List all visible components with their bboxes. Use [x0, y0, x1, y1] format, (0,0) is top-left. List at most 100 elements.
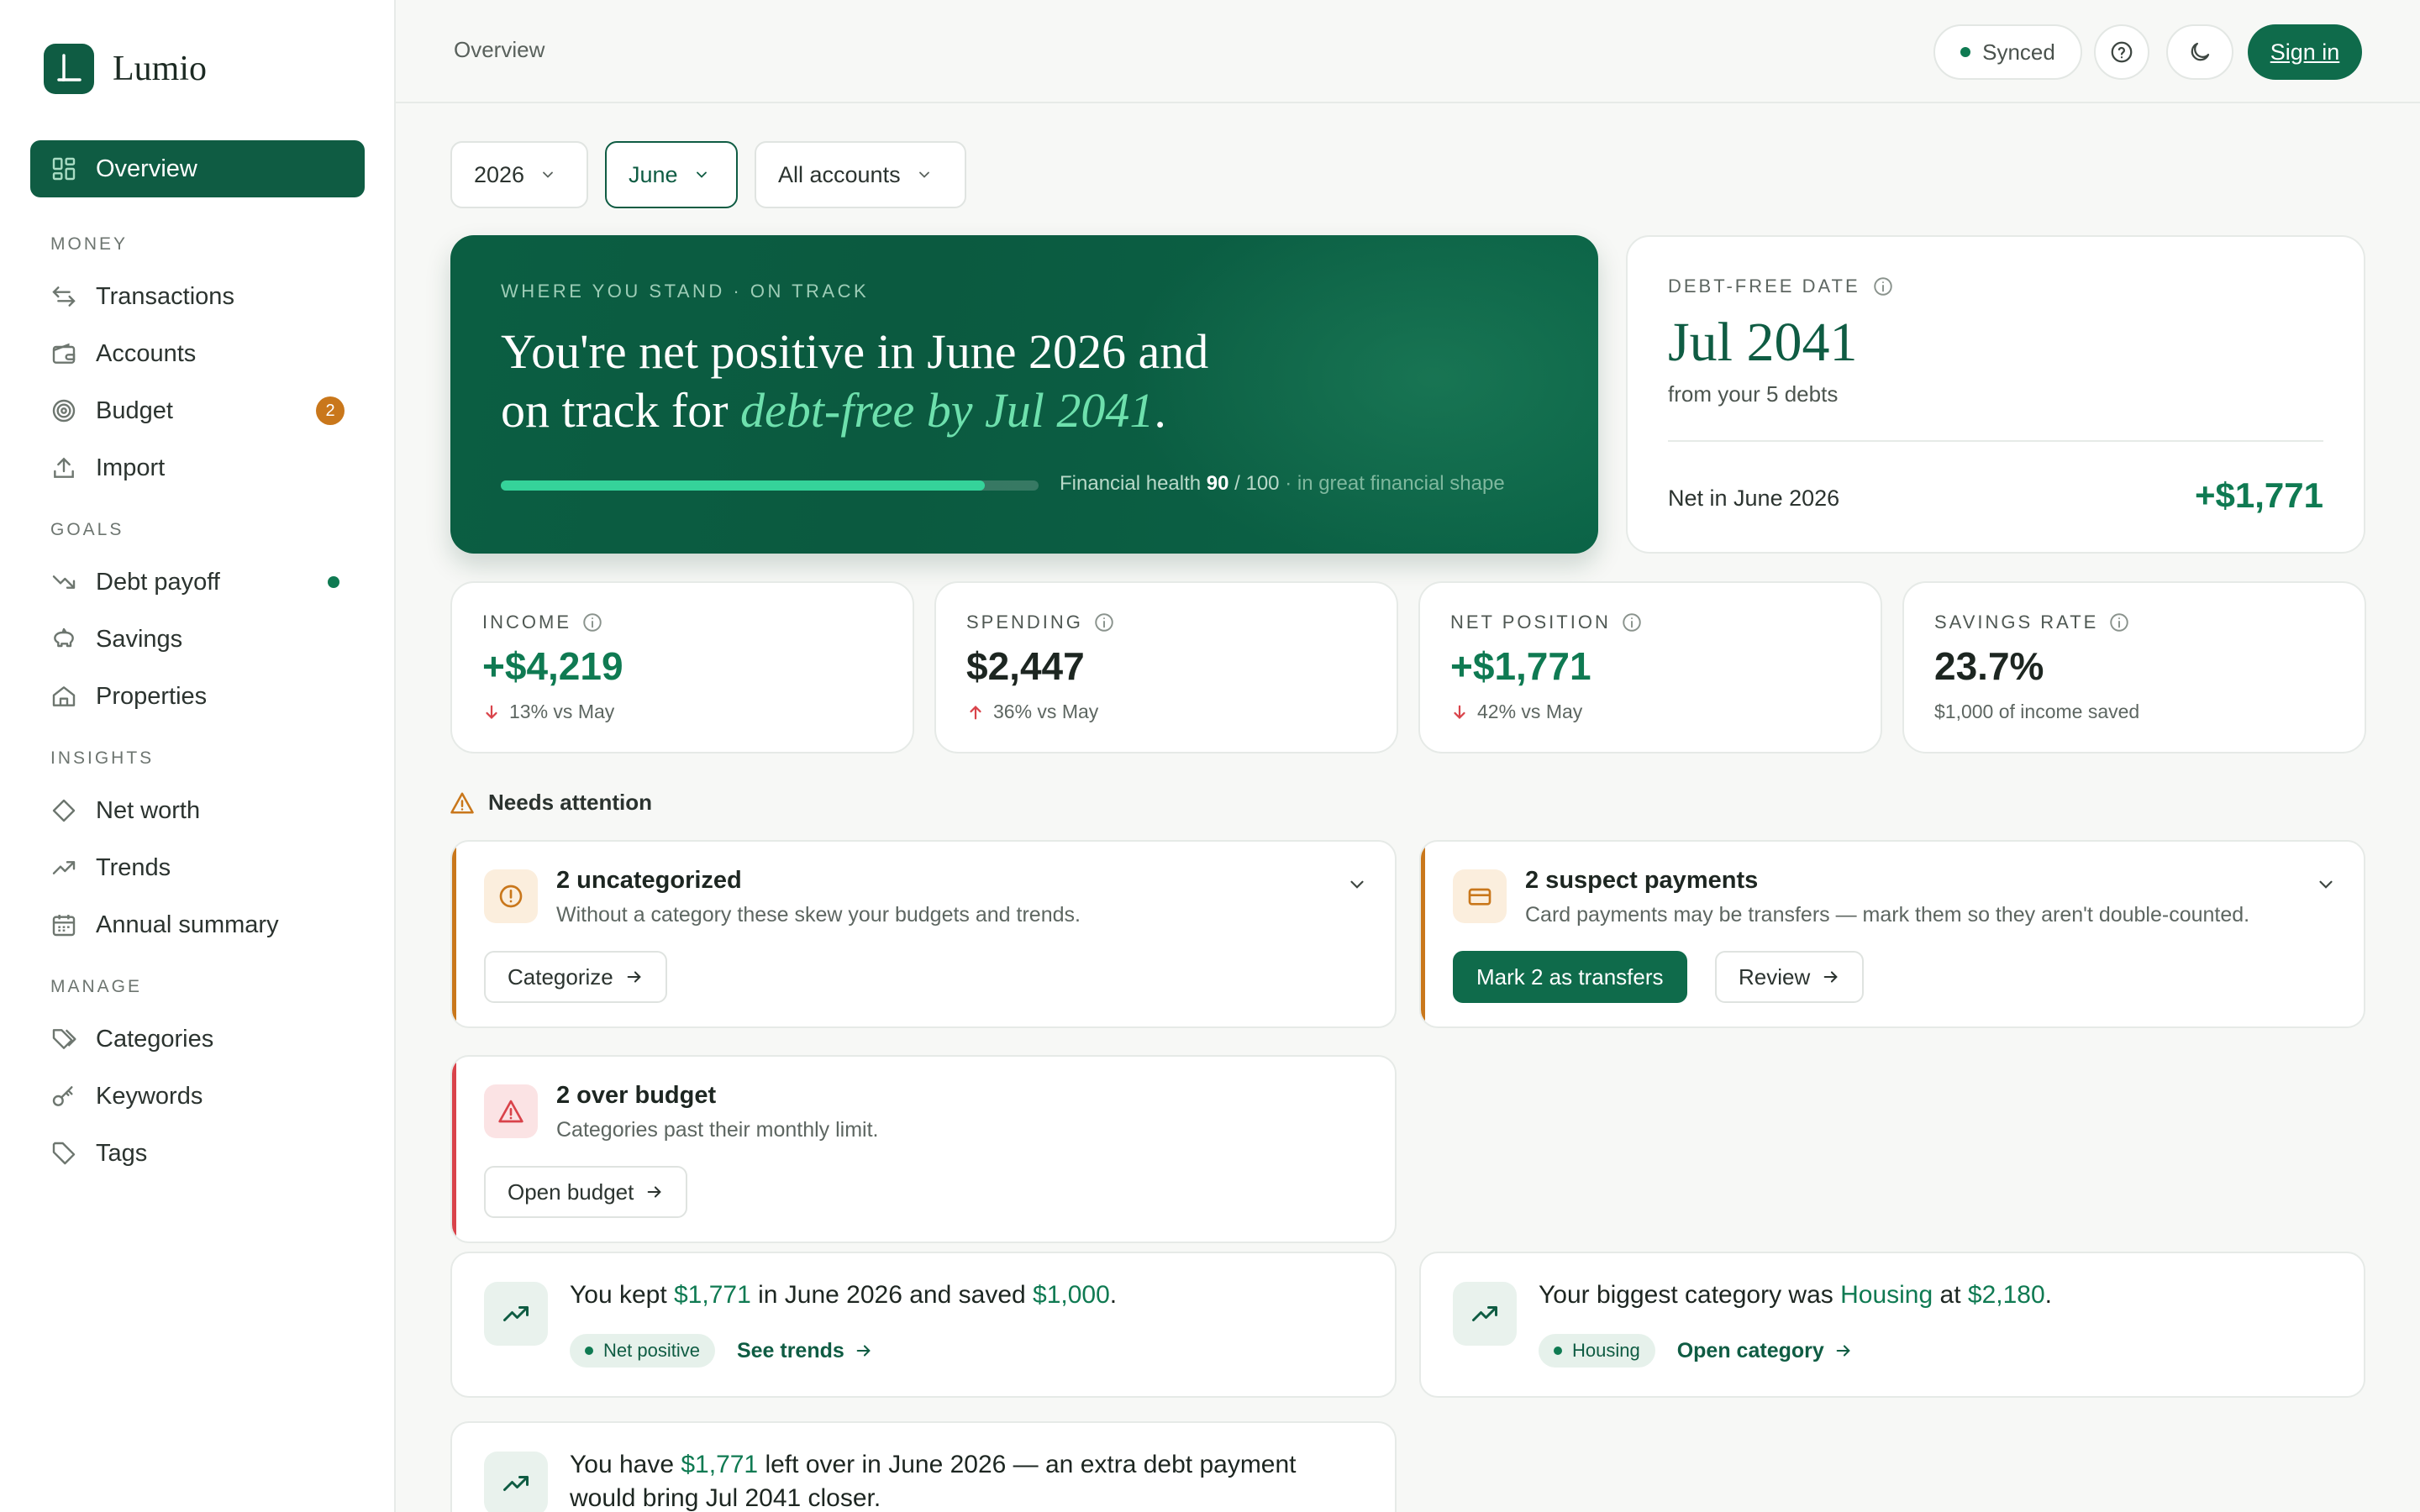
info-icon[interactable] — [2108, 612, 2130, 633]
chevron-down-icon[interactable] — [2315, 874, 2337, 895]
theme-toggle-button[interactable] — [2166, 24, 2233, 80]
calendar-icon — [50, 911, 77, 938]
sidebar-item-overview[interactable]: Overview — [30, 140, 365, 197]
sidebar-item-label: Properties — [96, 682, 208, 710]
button-label: Review — [1739, 963, 1811, 990]
stat-change-text: 42% vs May — [1477, 701, 1583, 722]
button-label: Open budget — [508, 1179, 634, 1205]
chevron-down-icon — [539, 166, 556, 183]
kept-insight-card: You kept $1,771 in June 2026 and saved $… — [450, 1252, 1397, 1398]
stat-label-text: NET POSITION — [1450, 612, 1611, 633]
arrow-right-icon — [844, 1341, 873, 1360]
sidebar-item-properties[interactable]: Properties — [30, 668, 365, 725]
mark-as-transfers-button[interactable]: Mark 2 as transfers — [1453, 951, 1687, 1003]
trend-up-icon — [484, 1452, 548, 1512]
warning-triangle-icon — [450, 790, 488, 816]
breadcrumb: Overview — [454, 37, 545, 62]
trend-up-icon — [484, 1282, 548, 1346]
debt-free-date: Jul 2041 — [1668, 312, 1858, 373]
insight-text-part: . — [1109, 1281, 1118, 1309]
review-button[interactable]: Review — [1715, 951, 1865, 1003]
chevron-down-icon[interactable] — [1346, 874, 1368, 895]
insight-text-part: would bring Jul 2041 closer. — [570, 1484, 881, 1512]
sidebar-item-label: Budget — [96, 396, 173, 424]
warning-triangle-icon — [484, 1084, 538, 1138]
see-trends-link[interactable]: See trends — [737, 1339, 873, 1363]
hero-title: You're net positive in June 2026 and on … — [501, 323, 1257, 440]
sidebar-item-keywords[interactable]: Keywords — [30, 1068, 365, 1125]
sidebar-item-annual-summary[interactable]: Annual summary — [30, 896, 365, 953]
sync-status[interactable]: Synced — [1933, 24, 2082, 80]
accounts-select[interactable]: All accounts — [755, 141, 966, 208]
tags-icon — [50, 1026, 77, 1053]
sidebar-item-tags[interactable]: Tags — [30, 1125, 365, 1182]
insight-text-part: left over in June 2026 — an extra debt p… — [758, 1451, 1297, 1478]
income-stat-card[interactable]: INCOME +$4,219 13% vs May — [450, 581, 914, 753]
info-icon[interactable] — [1093, 612, 1115, 633]
sidebar-item-net-worth[interactable]: Net worth — [30, 782, 365, 839]
info-icon[interactable] — [1872, 276, 1894, 297]
spending-stat-card[interactable]: SPENDING $2,447 36% vs May — [934, 581, 1398, 753]
sidebar-item-accounts[interactable]: Accounts — [30, 325, 365, 382]
net-position-stat-card[interactable]: NET POSITION +$1,771 42% vs May — [1418, 581, 1882, 753]
sidebar-item-label: Accounts — [96, 339, 197, 367]
sidebar-item-debt-payoff[interactable]: Debt payoff — [30, 554, 365, 611]
sidebar-item-import[interactable]: Import — [30, 439, 365, 496]
sidebar-item-categories[interactable]: Categories — [30, 1011, 365, 1068]
insight-highlight: $1,000 — [1033, 1281, 1110, 1309]
alert-stripe — [452, 1057, 456, 1242]
target-icon — [50, 397, 77, 424]
sidebar-item-label: Tags — [96, 1139, 148, 1167]
sidebar-item-label: Annual summary — [96, 911, 279, 938]
stat-change: 36% vs May — [966, 701, 1098, 723]
wallet-icon — [50, 340, 77, 367]
sync-status-label: Synced — [1982, 39, 2055, 65]
year-select-value: 2026 — [474, 161, 525, 187]
categorize-button[interactable]: Categorize — [484, 951, 667, 1003]
button-label: Categorize — [508, 963, 613, 990]
net-month-value: +$1,771 — [2195, 475, 2323, 515]
insight-text: Your biggest category was Housing at $2,… — [1539, 1278, 2052, 1312]
alert-description: Without a category these skew your budge… — [556, 903, 1081, 927]
net-month-label: Net in June 2026 — [1668, 486, 1840, 511]
brand[interactable]: Lumio — [44, 44, 207, 94]
debt-free-card: DEBT-FREE DATE Jul 2041 from your 5 debt… — [1626, 235, 2365, 554]
sign-in-button[interactable]: Sign in — [2248, 24, 2362, 80]
sidebar-item-label: Keywords — [96, 1082, 203, 1110]
brand-name: Lumio — [113, 50, 207, 88]
month-select[interactable]: June — [605, 141, 738, 208]
stat-change: 13% vs May — [482, 701, 614, 723]
sidebar-item-label: Overview — [96, 155, 197, 182]
sidebar-item-savings[interactable]: Savings — [30, 611, 365, 668]
stat-value: +$4,219 — [482, 644, 623, 688]
trend-up-icon — [1453, 1282, 1517, 1346]
open-category-link[interactable]: Open category — [1677, 1339, 1853, 1363]
sidebar-item-budget[interactable]: Budget 2 — [30, 382, 365, 439]
top-bar: Overview Synced Sign in — [396, 0, 2420, 103]
sidebar-item-transactions[interactable]: Transactions — [30, 268, 365, 325]
insight-highlight: Housing — [1840, 1281, 1933, 1309]
sidebar-item-trends[interactable]: Trends — [30, 839, 365, 896]
moon-icon — [2187, 39, 2212, 65]
stat-value: 23.7% — [1934, 644, 2044, 688]
stat-label: SAVINGS RATE — [1934, 612, 2130, 633]
info-icon[interactable] — [581, 612, 603, 633]
year-select[interactable]: 2026 — [450, 141, 588, 208]
help-button[interactable] — [2094, 24, 2149, 80]
hero-kicker: WHERE YOU STAND · ON TRACK — [501, 281, 870, 302]
open-budget-button[interactable]: Open budget — [484, 1166, 688, 1218]
savings-rate-stat-card[interactable]: SAVINGS RATE 23.7% $1,000 of income save… — [1902, 581, 2366, 753]
info-icon[interactable] — [1621, 612, 1643, 633]
hero-title-line2: on track for — [501, 383, 741, 438]
alert-title: 2 uncategorized — [556, 867, 742, 894]
alert-title: 2 suspect payments — [1525, 867, 1759, 894]
month-select-value: June — [629, 161, 678, 187]
stat-label-text: SAVINGS RATE — [1934, 612, 2099, 633]
insight-text: You have $1,771 left over in June 2026 —… — [570, 1448, 1297, 1512]
accounts-select-value: All accounts — [778, 161, 901, 187]
arrow-up-icon — [966, 703, 993, 722]
sidebar-nav: Overview MONEY Transactions Accounts Bud… — [30, 140, 365, 1182]
sidebar-item-label: Net worth — [96, 796, 201, 824]
alert-description: Categories past their monthly limit. — [556, 1118, 879, 1142]
insight-text-part: Your biggest category was — [1539, 1281, 1841, 1309]
